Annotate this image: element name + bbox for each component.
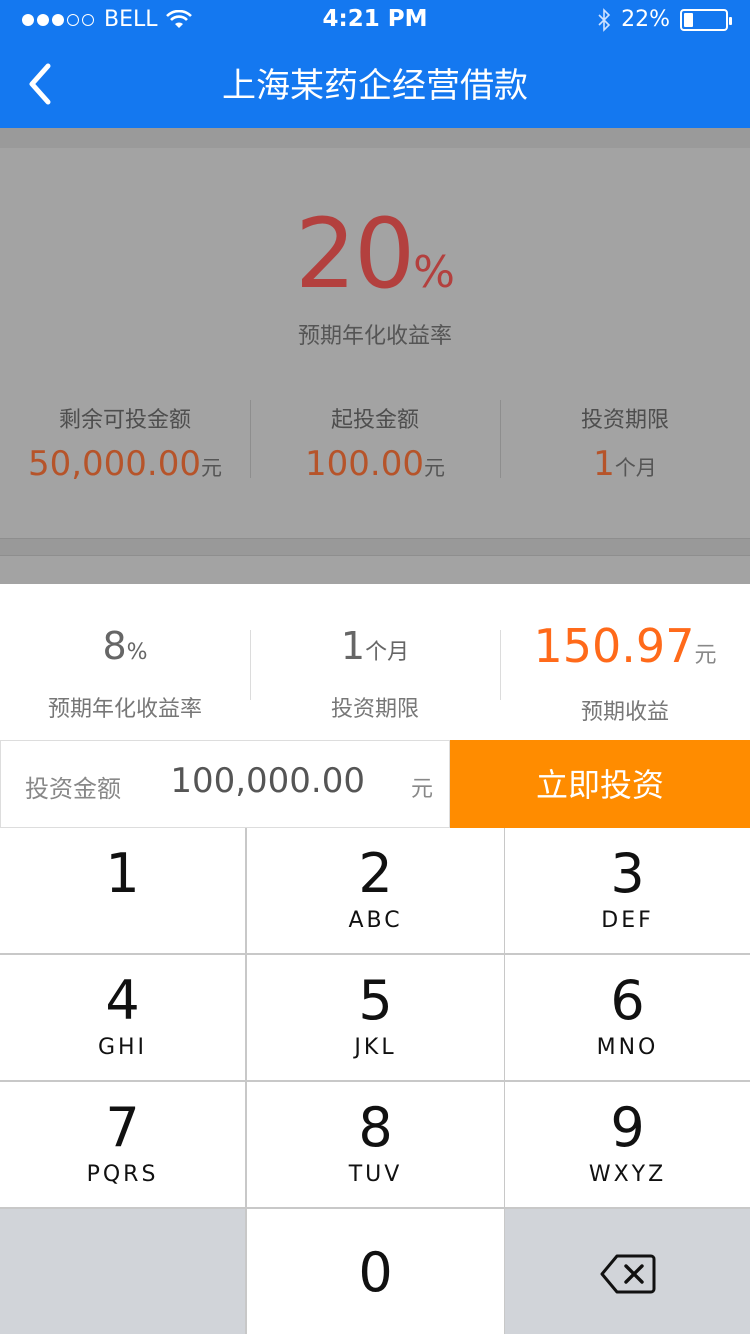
summary-unit: 个月 — [365, 640, 410, 665]
invest-sheet: 8% 预期年化收益率 1个月 投资期限 150.97元 预期收益 投资金额 10… — [0, 584, 750, 1334]
key-digit: 5 — [358, 969, 393, 1032]
amount-field-label: 投资金额 — [25, 775, 121, 803]
numeric-keypad: 1 2 ABC 3 DEF 4 GHI 5 JKL 6 MNO 7 PQRS 8 TUV 9 WXYZ 0 — [0, 828, 750, 1334]
stat-label: 剩余可投金额 — [58, 408, 191, 433]
summary-label: 预期年化收益率 — [47, 697, 202, 722]
annual-rate: 20% — [0, 198, 750, 310]
stat-value: 50,000.00 — [27, 444, 202, 484]
key-digit: 7 — [105, 1096, 140, 1159]
key-digit: 3 — [610, 842, 645, 905]
invest-now-button[interactable]: 立即投资 — [450, 740, 750, 828]
page-title: 上海某药企经营借款 — [222, 66, 528, 106]
key-letters: TUV — [348, 1162, 403, 1187]
product-stats: 剩余可投金额 50,000.00元 起投金额 100.00元 投资期限 1个月 — [0, 396, 750, 484]
summary-rate: 8% 预期年化收益率 — [0, 624, 250, 722]
key-9[interactable]: 9 WXYZ — [505, 1082, 750, 1207]
key-digit: 6 — [610, 969, 645, 1032]
top-bar: BELL 4:21 PM 22% 上海某药企经营借款 — [0, 0, 750, 128]
key-digit: 2 — [358, 842, 393, 905]
summary-term: 1个月 投资期限 — [250, 624, 500, 722]
key-letters: MNO — [596, 1035, 659, 1060]
navigation-bar: 上海某药企经营借款 — [0, 40, 750, 128]
summary-earnings: 150.97元 预期收益 — [500, 623, 750, 725]
stat-unit: 元 — [201, 456, 223, 480]
stat-remaining: 剩余可投金额 50,000.00元 — [0, 396, 250, 484]
product-info-overlay[interactable]: 20% 预期年化收益率 剩余可投金额 50,000.00元 起投金额 100.0… — [0, 128, 750, 584]
summary-label: 投资期限 — [330, 697, 419, 722]
divider — [0, 128, 750, 148]
amount-unit: 元 — [410, 777, 433, 802]
amount-value[interactable]: 100,000.00 — [170, 761, 365, 801]
summary-unit: 元 — [694, 643, 717, 668]
key-3[interactable]: 3 DEF — [505, 828, 750, 953]
key-letters: JKL — [354, 1035, 397, 1060]
key-5[interactable]: 5 JKL — [247, 955, 504, 1080]
key-letters: ABC — [348, 908, 403, 933]
key-letters: WXYZ — [588, 1162, 667, 1187]
stat-unit: 个月 — [614, 456, 657, 480]
key-6[interactable]: 6 MNO — [505, 955, 750, 1080]
stat-label: 起投金额 — [330, 408, 419, 433]
key-letters: GHI — [97, 1035, 148, 1060]
key-7[interactable]: 7 PQRS — [0, 1082, 245, 1207]
bluetooth-icon — [598, 7, 611, 32]
backspace-icon — [600, 1254, 655, 1294]
key-digit: 4 — [105, 969, 140, 1032]
delete-key[interactable] — [505, 1209, 750, 1334]
summary-value: 150.97 — [533, 619, 695, 673]
key-letters: DEF — [601, 908, 654, 933]
stat-value: 1 — [593, 444, 615, 484]
battery-percent: 22% — [621, 7, 670, 32]
key-digit: 1 — [105, 842, 140, 905]
status-right: 22% — [597, 7, 732, 32]
annual-rate-unit: % — [413, 247, 455, 298]
battery-icon — [680, 8, 732, 31]
stat-value: 100.00 — [305, 444, 424, 484]
key-digit: 8 — [358, 1096, 393, 1159]
key-digit: 9 — [610, 1096, 645, 1159]
divider — [0, 538, 750, 556]
key-digit: 0 — [358, 1241, 393, 1304]
key-8[interactable]: 8 TUV — [247, 1082, 504, 1207]
stat-unit: 元 — [423, 456, 445, 480]
stat-minimum: 起投金额 100.00元 — [250, 396, 500, 484]
stat-label: 投资期限 — [580, 408, 669, 433]
investment-amount-field[interactable]: 投资金额 100,000.00 元 — [0, 740, 450, 828]
summary-label: 预期收益 — [580, 700, 669, 725]
key-1[interactable]: 1 — [0, 828, 245, 953]
status-bar: BELL 4:21 PM 22% — [0, 0, 750, 40]
annual-rate-value: 20 — [295, 198, 415, 310]
summary-value: 8 — [102, 624, 127, 668]
key-0[interactable]: 0 — [247, 1209, 504, 1334]
stat-term: 投资期限 1个月 — [500, 396, 750, 484]
invest-input-row: 投资金额 100,000.00 元 立即投资 — [0, 740, 750, 828]
key-2[interactable]: 2 ABC — [247, 828, 504, 953]
key-blank — [0, 1209, 245, 1334]
key-letters: PQRS — [86, 1162, 159, 1187]
key-4[interactable]: 4 GHI — [0, 955, 245, 1080]
investment-summary: 8% 预期年化收益率 1个月 投资期限 150.97元 预期收益 — [0, 623, 750, 725]
summary-unit: % — [126, 640, 148, 665]
summary-value: 1 — [340, 624, 366, 668]
annual-rate-label: 预期年化收益率 — [297, 324, 452, 349]
